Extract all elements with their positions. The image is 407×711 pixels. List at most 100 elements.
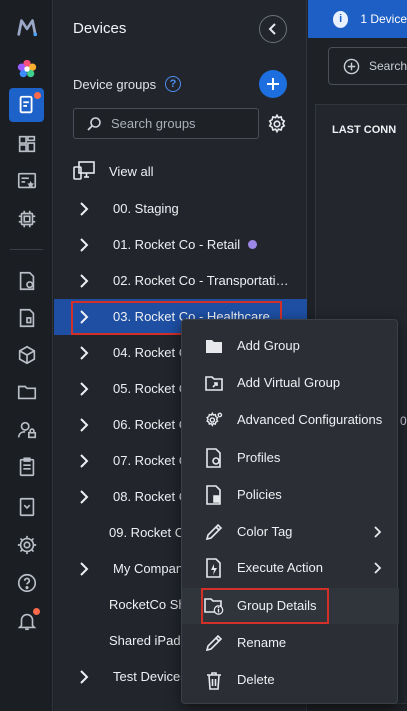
tree-item-label: My Compan	[113, 561, 184, 576]
chevron-right-icon	[80, 562, 89, 576]
tree-item[interactable]: 02. Rocket Co - Transportati…	[54, 263, 307, 299]
chevron-right-icon	[80, 382, 89, 396]
group-context-menu: Add Group Add Virtual Group Advanced Confi…	[181, 319, 399, 704]
grid-icon[interactable]	[9, 127, 44, 161]
menu-item-label: Policies	[237, 487, 282, 502]
menu-item-advanced-configurations[interactable]: Advanced Configurations	[182, 402, 399, 438]
help-icon[interactable]: ?	[165, 76, 181, 92]
collapse-panel-button[interactable]	[259, 15, 287, 43]
menu-item-label: Profiles	[237, 450, 281, 465]
chevron-right-icon	[80, 202, 89, 216]
menu-item-label: Execute Action	[237, 560, 323, 575]
apps-flower-icon[interactable]	[9, 52, 44, 86]
menu-item-label: Color Tag	[237, 524, 293, 539]
question-icon[interactable]	[9, 566, 44, 600]
gear-icon[interactable]	[9, 528, 44, 562]
pencil-icon	[204, 633, 224, 653]
chevron-left-icon	[268, 23, 276, 35]
tree-item-label: 07. Rocket C	[113, 453, 189, 468]
menu-item-execute-action[interactable]: Execute Action	[182, 550, 399, 586]
menu-item-add-virtual-group[interactable]: Add Virtual Group	[182, 365, 399, 401]
color-tag-dot	[248, 240, 258, 249]
tree-item-label: 04. Rocket C	[113, 345, 189, 360]
policy-doc-icon	[204, 485, 224, 505]
profile-doc-icon	[204, 448, 224, 468]
column-header-last-connected[interactable]: LAST CONN	[332, 124, 396, 136]
menu-item-policies[interactable]: Policies	[182, 477, 399, 513]
virtual-folder-icon	[204, 373, 224, 393]
menu-item-group-details[interactable]: Group Details	[182, 588, 399, 624]
search-groups-box	[73, 108, 259, 139]
selection-banner: i 1 Device	[308, 0, 407, 38]
chevron-right-icon	[80, 346, 89, 360]
chevron-right-icon	[80, 418, 89, 432]
user-lock-icon[interactable]	[9, 413, 44, 447]
group-settings-gear-icon[interactable]	[265, 112, 289, 136]
menu-item-color-tag[interactable]: Color Tag	[182, 514, 399, 550]
view-all-item[interactable]: View all	[73, 157, 287, 185]
tree-item[interactable]: 00. Staging	[54, 191, 307, 227]
submenu-chevron-icon	[374, 526, 382, 538]
folder-icon	[204, 336, 224, 356]
cube-icon[interactable]	[9, 338, 44, 372]
lightning-doc-icon	[204, 558, 224, 578]
trash-icon	[204, 670, 224, 690]
search-groups-input[interactable]	[111, 116, 251, 131]
menu-item-rename[interactable]: Rename	[182, 625, 399, 661]
submenu-chevron-icon	[374, 562, 382, 574]
view-all-label: View all	[109, 163, 154, 179]
chevron-right-icon	[80, 490, 89, 504]
chevron-right-icon	[80, 670, 89, 684]
folder-info-icon	[204, 596, 224, 616]
device-search-text: Search	[369, 59, 407, 73]
clipboard-icon[interactable]	[9, 450, 44, 484]
devices-monitor-icon	[73, 161, 95, 180]
devices-nav-icon[interactable]	[9, 88, 44, 122]
chevron-right-icon	[80, 274, 89, 288]
menu-item-label: Advanced Configurations	[237, 412, 383, 427]
star-list-icon[interactable]	[9, 164, 44, 198]
plus-icon	[267, 78, 279, 90]
tree-item-label: Test Devices	[113, 669, 187, 684]
notification-badge-dot	[33, 608, 40, 615]
add-group-button[interactable]	[259, 70, 287, 98]
add-circle-icon	[343, 58, 360, 74]
chevron-right-icon	[80, 238, 89, 252]
menu-item-label: Add Group	[237, 338, 300, 353]
gear-advanced-icon	[204, 410, 224, 430]
bell-icon[interactable]	[9, 604, 44, 638]
navigation-rail	[0, 0, 53, 711]
settings-doc-icon[interactable]	[9, 264, 44, 298]
tree-item-label: 02. Rocket Co - Transportati…	[113, 273, 289, 288]
tree-item-label: 09. Rocket Co	[109, 525, 192, 540]
menu-item-label: Add Virtual Group	[237, 375, 341, 390]
info-icon: i	[333, 10, 349, 28]
tree-item[interactable]: 01. Rocket Co - Retail	[54, 227, 307, 263]
panel-title: Devices	[73, 20, 127, 37]
menu-item-label: Delete	[237, 672, 275, 687]
tree-item-label: 08. Rocket C	[113, 489, 189, 504]
menu-item-label: Rename	[237, 635, 287, 650]
folder-icon[interactable]	[9, 375, 44, 409]
chevron-right-icon	[80, 454, 89, 468]
device-groups-label: Device groups	[73, 77, 157, 92]
menu-item-label: Group Details	[237, 598, 317, 613]
pencil-tag-icon	[204, 522, 224, 542]
menu-item-profiles[interactable]: Profiles	[182, 440, 399, 476]
policy-doc-icon[interactable]	[9, 301, 44, 335]
menu-item-delete[interactable]: Delete	[182, 662, 399, 698]
device-search-box[interactable]: Search	[328, 47, 407, 85]
table-cell-peek: 0	[400, 414, 407, 428]
tree-item-label: 01. Rocket Co - Retail	[113, 237, 258, 252]
brand-logo-icon[interactable]	[9, 10, 44, 44]
banner-text: 1 Device	[360, 12, 407, 26]
rail-divider	[10, 249, 43, 250]
tree-item-label: RocketCo Sh	[109, 597, 186, 612]
tree-item-label: Shared iPad	[109, 633, 181, 648]
tree-item-label: 05. Rocket C	[113, 381, 189, 396]
inbox-icon[interactable]	[9, 490, 44, 524]
chevron-right-icon	[80, 310, 89, 324]
chip-icon[interactable]	[9, 202, 44, 236]
tree-item-label: 00. Staging	[113, 201, 179, 216]
menu-item-add-group[interactable]: Add Group	[182, 328, 399, 364]
